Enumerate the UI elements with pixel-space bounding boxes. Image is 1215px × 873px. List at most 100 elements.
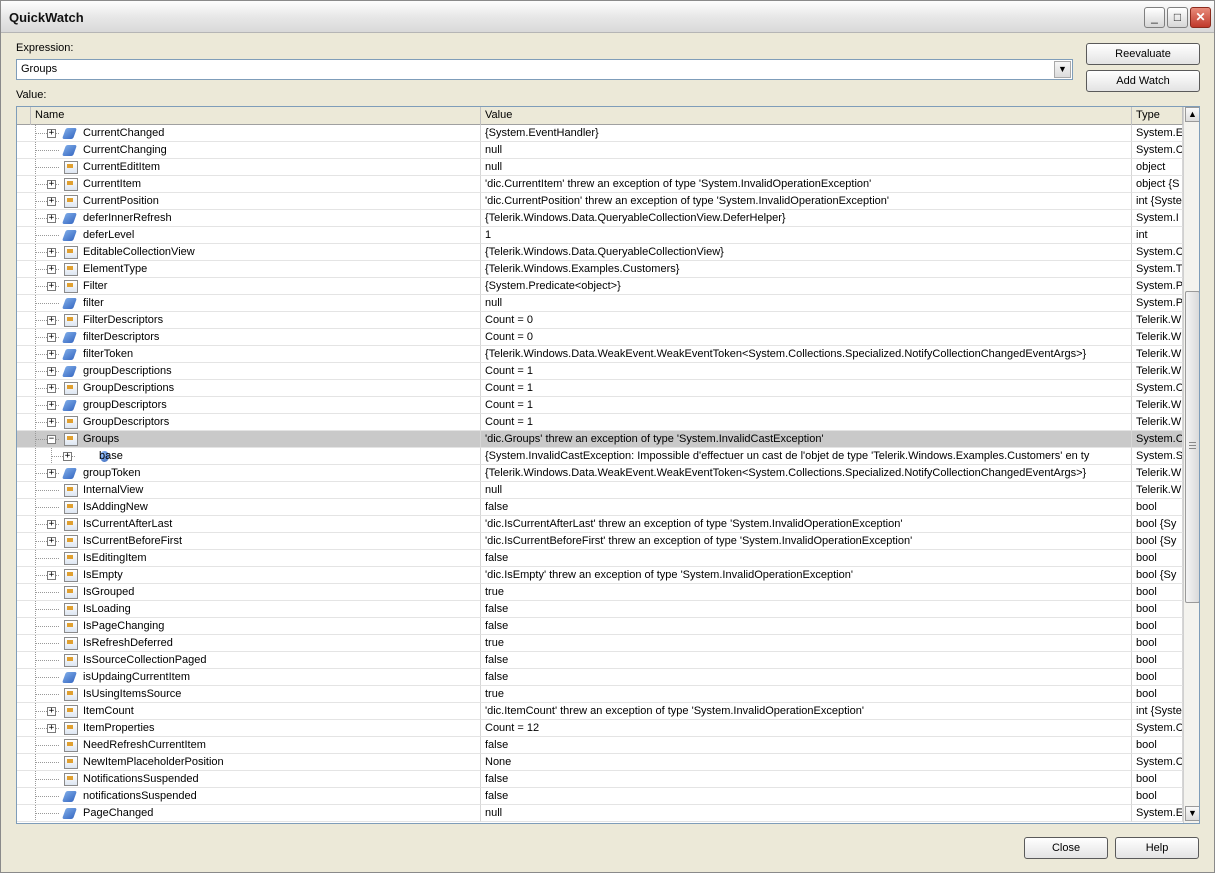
table-row[interactable]: + Filter {System.Predicate<object>} System.… — [17, 278, 1183, 295]
value-cell[interactable]: {Telerik.Windows.Examples.Customers} — [481, 261, 1132, 278]
title-bar[interactable]: QuickWatch _ □ ✕ — [1, 1, 1214, 33]
scroll-thumb[interactable] — [1185, 291, 1199, 603]
table-row[interactable]: CurrentEditItem null object — [17, 159, 1183, 176]
expand-icon[interactable]: + — [47, 333, 56, 342]
table-row[interactable]: IsUsingItemsSource true bool — [17, 686, 1183, 703]
value-cell[interactable]: false — [481, 669, 1132, 686]
table-row[interactable]: IsLoading false bool — [17, 601, 1183, 618]
table-row[interactable]: + GroupDescriptions Count = 1 System.C — [17, 380, 1183, 397]
expand-icon[interactable]: + — [47, 401, 56, 410]
value-cell[interactable]: false — [481, 550, 1132, 567]
table-row[interactable]: + EditableCollectionView {Telerik.Windows.… — [17, 244, 1183, 261]
value-cell[interactable]: 'dic.IsEmpty' threw an exception of type… — [481, 567, 1132, 584]
table-row[interactable]: InternalView null Telerik.W — [17, 482, 1183, 499]
close-window-button[interactable]: ✕ — [1190, 7, 1211, 28]
value-cell[interactable]: null — [481, 805, 1132, 822]
value-cell[interactable]: {Telerik.Windows.Data.WeakEvent.WeakEven… — [481, 465, 1132, 482]
column-header-type[interactable]: Type — [1132, 107, 1183, 125]
expression-combobox[interactable]: Groups ▼ — [16, 59, 1073, 80]
table-row[interactable]: IsPageChanging false bool — [17, 618, 1183, 635]
table-row[interactable]: + ElementType {Telerik.Windows.Examples.Cu… — [17, 261, 1183, 278]
table-row[interactable]: + groupDescriptors Count = 1 Telerik.W — [17, 397, 1183, 414]
value-cell[interactable]: Count = 1 — [481, 363, 1132, 380]
value-cell[interactable]: 'dic.Groups' threw an exception of type … — [481, 431, 1132, 448]
scroll-down-button[interactable]: ▼ — [1185, 806, 1199, 821]
value-cell[interactable]: null — [481, 142, 1132, 159]
table-row[interactable]: + ItemCount 'dic.ItemCount' threw an excep… — [17, 703, 1183, 720]
expand-icon[interactable]: + — [47, 248, 56, 257]
scroll-up-button[interactable]: ▲ — [1185, 107, 1199, 122]
table-row[interactable]: IsSourceCollectionPaged false bool — [17, 652, 1183, 669]
table-row[interactable]: + GroupDescriptors Count = 1 Telerik.W — [17, 414, 1183, 431]
chevron-down-icon[interactable]: ▼ — [1054, 61, 1071, 78]
value-cell[interactable]: 'dic.IsCurrentBeforeFirst' threw an exce… — [481, 533, 1132, 550]
table-row[interactable]: notificationsSuspended false bool — [17, 788, 1183, 805]
value-cell[interactable]: Count = 0 — [481, 329, 1132, 346]
expand-icon[interactable]: + — [47, 724, 56, 733]
help-button[interactable]: Help — [1115, 837, 1199, 859]
value-cell[interactable]: {System.Predicate<object>} — [481, 278, 1132, 295]
expand-icon[interactable]: + — [47, 384, 56, 393]
expand-icon[interactable]: + — [47, 282, 56, 291]
expand-icon[interactable]: + — [47, 316, 56, 325]
column-header-value[interactable]: Value — [481, 107, 1132, 125]
maximize-button[interactable]: □ — [1167, 7, 1188, 28]
value-cell[interactable]: {Telerik.Windows.Data.WeakEvent.WeakEven… — [481, 346, 1132, 363]
table-row[interactable]: + filterDescriptors Count = 0 Telerik.W — [17, 329, 1183, 346]
expand-icon[interactable]: + — [47, 537, 56, 546]
value-cell[interactable]: None — [481, 754, 1132, 771]
table-row[interactable]: + IsCurrentAfterLast 'dic.IsCurrentAfterLa… — [17, 516, 1183, 533]
table-row[interactable]: + CurrentChanged {System.EventHandler} Syst… — [17, 125, 1183, 142]
table-row[interactable]: + IsEmpty 'dic.IsEmpty' threw an exception… — [17, 567, 1183, 584]
expression-input[interactable]: Groups — [21, 63, 57, 75]
table-row[interactable]: PageChanged null System.E — [17, 805, 1183, 822]
value-cell[interactable]: 'dic.CurrentItem' threw an exception of … — [481, 176, 1132, 193]
expand-icon[interactable]: + — [47, 571, 56, 580]
value-cell[interactable]: false — [481, 771, 1132, 788]
value-cell[interactable]: 'dic.IsCurrentAfterLast' threw an except… — [481, 516, 1132, 533]
collapse-icon[interactable]: − — [47, 435, 56, 444]
table-row[interactable]: IsAddingNew false bool — [17, 499, 1183, 516]
table-row[interactable]: CurrentChanging null System.C — [17, 142, 1183, 159]
value-cell[interactable]: false — [481, 499, 1132, 516]
table-row[interactable]: IsGrouped true bool — [17, 584, 1183, 601]
expand-icon[interactable]: + — [63, 452, 72, 461]
value-cell[interactable]: null — [481, 159, 1132, 176]
value-cell[interactable]: {Telerik.Windows.Data.QueryableCollectio… — [481, 244, 1132, 261]
value-cell[interactable]: {System.InvalidCastException: Impossible… — [481, 448, 1132, 465]
table-row[interactable]: NotificationsSuspended false bool — [17, 771, 1183, 788]
value-cell[interactable]: true — [481, 635, 1132, 652]
table-row[interactable]: IsEditingItem false bool — [17, 550, 1183, 567]
table-row[interactable]: + groupToken {Telerik.Windows.Data.WeakEve… — [17, 465, 1183, 482]
expand-icon[interactable]: + — [47, 469, 56, 478]
table-row[interactable]: + base {System.InvalidCastException: Impos… — [17, 448, 1183, 465]
expand-icon[interactable]: + — [47, 180, 56, 189]
value-cell[interactable]: Count = 0 — [481, 312, 1132, 329]
value-cell[interactable]: null — [481, 295, 1132, 312]
table-row[interactable]: − Groups 'dic.Groups' threw an exception o… — [17, 431, 1183, 448]
value-cell[interactable]: null — [481, 482, 1132, 499]
table-row[interactable]: NeedRefreshCurrentItem false bool — [17, 737, 1183, 754]
vertical-scrollbar[interactable]: ▲ ▼ — [1183, 107, 1199, 823]
value-cell[interactable]: false — [481, 788, 1132, 805]
value-cell[interactable]: Count = 1 — [481, 414, 1132, 431]
expand-icon[interactable]: + — [47, 265, 56, 274]
value-cell[interactable]: 'dic.CurrentPosition' threw an exception… — [481, 193, 1132, 210]
value-cell[interactable]: {System.EventHandler} — [481, 125, 1132, 142]
expand-icon[interactable]: + — [47, 520, 56, 529]
expand-icon[interactable]: + — [47, 197, 56, 206]
value-cell[interactable]: Count = 1 — [481, 380, 1132, 397]
value-cell[interactable]: false — [481, 652, 1132, 669]
expand-icon[interactable]: + — [47, 129, 56, 138]
table-row[interactable]: + CurrentItem 'dic.CurrentItem' threw an e… — [17, 176, 1183, 193]
value-cell[interactable]: Count = 1 — [481, 397, 1132, 414]
table-row[interactable]: + CurrentPosition 'dic.CurrentPosition' th… — [17, 193, 1183, 210]
minimize-button[interactable]: _ — [1144, 7, 1165, 28]
expand-icon[interactable]: + — [47, 707, 56, 716]
table-row[interactable]: + FilterDescriptors Count = 0 Telerik.W — [17, 312, 1183, 329]
close-button[interactable]: Close — [1024, 837, 1108, 859]
table-row[interactable]: isUpdaingCurrentItem false bool — [17, 669, 1183, 686]
value-cell[interactable]: true — [481, 584, 1132, 601]
table-row[interactable]: + IsCurrentBeforeFirst 'dic.IsCurrentBefor… — [17, 533, 1183, 550]
value-cell[interactable]: 'dic.ItemCount' threw an exception of ty… — [481, 703, 1132, 720]
